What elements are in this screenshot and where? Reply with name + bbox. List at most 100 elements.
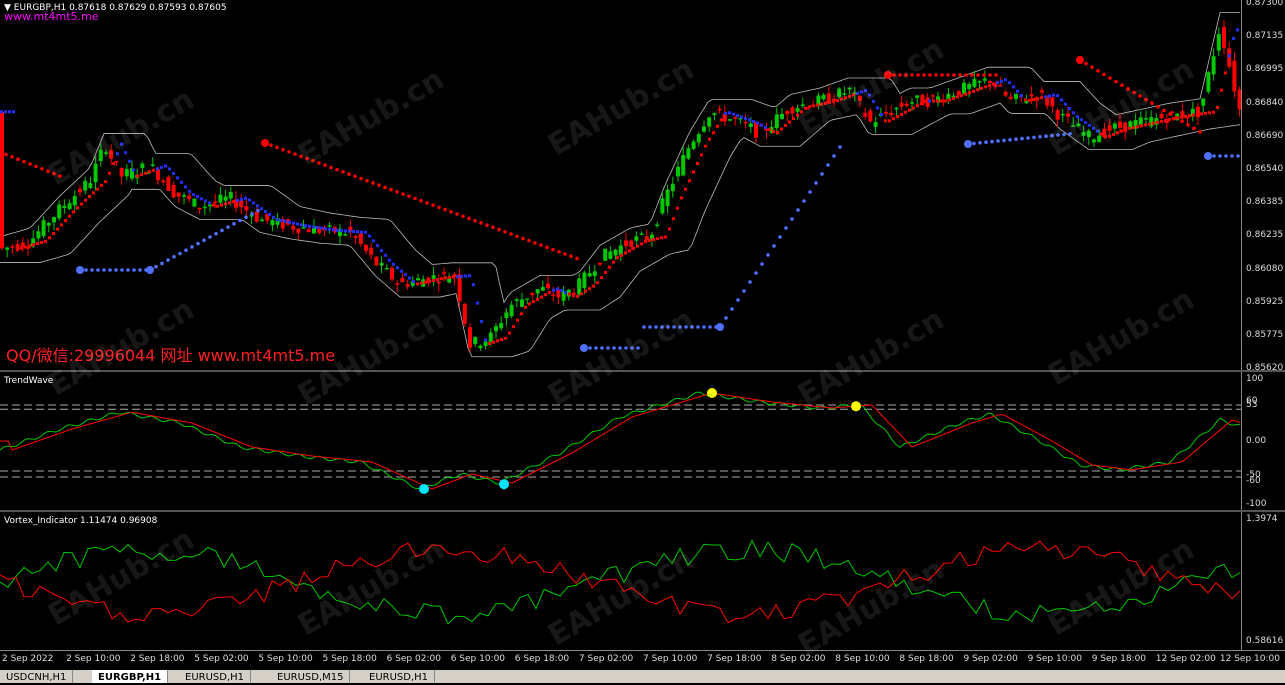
candle-body [1211, 56, 1216, 75]
ma-point [736, 114, 739, 118]
trendwave-chart [0, 388, 1241, 494]
chart-tab[interactable]: EURUSD,H1 [179, 670, 252, 683]
chart-tabs: USDCNH,H1 EURGBP,H1 EURUSD,H1 EURUSD,M15 EUR… [0, 670, 1285, 683]
ma-point [912, 106, 915, 110]
time-tick-label: 7 Sep 02:00 [578, 654, 634, 664]
stop-dot-blue [820, 172, 824, 176]
ma-point [72, 210, 75, 214]
candle-body [171, 184, 176, 198]
ma-point [596, 281, 599, 285]
ma-point [672, 217, 675, 221]
ma-point [508, 331, 511, 335]
chart-tab[interactable]: EURGBP,H1 [92, 670, 169, 683]
chart-tab[interactable]: USDCNH,H1 [0, 670, 74, 683]
stop-dot-blue [114, 268, 118, 272]
stop-dot-blue [772, 244, 776, 248]
candle-body [192, 198, 197, 207]
candle-body [457, 274, 462, 302]
stop-dot-red-start [261, 139, 269, 147]
ma-point [732, 112, 735, 116]
vortex-level-label: 1.3974 [1246, 514, 1278, 524]
trendwave-slow-line [0, 392, 1241, 490]
chart-tab[interactable]: EURUSD,H1 [363, 670, 436, 683]
candle-body [899, 102, 904, 107]
ma-point [1212, 110, 1215, 114]
ma-point [244, 196, 247, 200]
ma-point [20, 246, 23, 250]
ma-point [228, 201, 231, 205]
ma-point [1120, 129, 1123, 133]
ma-point [1184, 114, 1187, 118]
stop-dot-blue [220, 228, 224, 233]
stop-dot-red [934, 73, 938, 77]
chart-tab[interactable]: EURUSD,M15 [271, 670, 351, 683]
promo-text: QQ/微信:29996044 网址 www.mt4mt5.me [6, 346, 336, 365]
ma-point [1164, 119, 1167, 123]
ma-point [36, 242, 39, 246]
ma-point [444, 276, 447, 280]
candle-body [655, 224, 660, 227]
stop-dot-red [335, 167, 339, 172]
candle-body [436, 281, 441, 284]
candle-body [488, 332, 493, 342]
candle-body [535, 289, 540, 294]
trendwave-axis: 100 60 53 0.00 -50 -60 -100 [1241, 372, 1285, 510]
trendwave-level-label: -60 [1246, 476, 1261, 486]
ma-point [300, 223, 303, 227]
candle-body [358, 233, 363, 245]
candle-body [618, 245, 623, 256]
stop-dot-blue [766, 253, 770, 257]
stop-dot-blue [802, 199, 806, 203]
stop-dot-red [359, 176, 363, 181]
candle-body [592, 271, 597, 277]
candle-body [977, 80, 982, 83]
ma-point [456, 275, 459, 279]
ma-point [440, 277, 443, 281]
ma-point [416, 282, 419, 286]
stop-dot-red [329, 165, 333, 170]
stop-dot-red [4, 152, 8, 157]
stop-dot-red [455, 212, 459, 216]
candle-body [748, 123, 753, 127]
candle-body [1060, 113, 1065, 116]
stop-dot-blue [1002, 138, 1006, 143]
ma-point [1016, 89, 1019, 93]
time-tick-label: 2 Sep 18:00 [130, 654, 185, 664]
ma-point [208, 201, 211, 205]
ma-point [388, 258, 391, 262]
stop-dot-blue [1014, 137, 1018, 141]
candle-body [0, 111, 4, 249]
candle-body [863, 112, 868, 117]
ma-point [216, 204, 219, 208]
ma-point [1052, 93, 1055, 97]
trendwave-pane[interactable]: TrendWave [0, 372, 1241, 510]
ma-point [256, 204, 259, 208]
candle-body [1014, 93, 1018, 99]
ma-point [488, 341, 491, 345]
candle-body [140, 163, 145, 169]
ma-point [328, 227, 331, 231]
candle-body [379, 262, 384, 266]
ma-point [584, 289, 587, 293]
ma-point [144, 171, 147, 175]
price-tick-label: 0.87300 [1246, 0, 1284, 8]
stop-dot-red [443, 207, 447, 212]
ma-point [632, 246, 635, 250]
ma-point [916, 104, 919, 108]
ma-point [984, 85, 987, 89]
stop-dot-blue [1236, 154, 1240, 158]
ma-point [360, 230, 363, 234]
stop-dot-blue [96, 268, 100, 272]
stop-dot-red [407, 194, 411, 199]
candle-body [733, 117, 738, 119]
price-tick-label: 0.87135 [1246, 31, 1284, 42]
ma-point [960, 94, 963, 98]
candle-body [988, 80, 992, 83]
candle-body [431, 275, 436, 279]
candle-body [384, 268, 389, 270]
ma-point [1028, 98, 1031, 102]
stop-dot-blue-start [964, 140, 972, 148]
time-tick-label: 9 Sep 18:00 [1091, 654, 1147, 664]
ma-point [580, 292, 583, 296]
candle-body [1138, 117, 1143, 126]
